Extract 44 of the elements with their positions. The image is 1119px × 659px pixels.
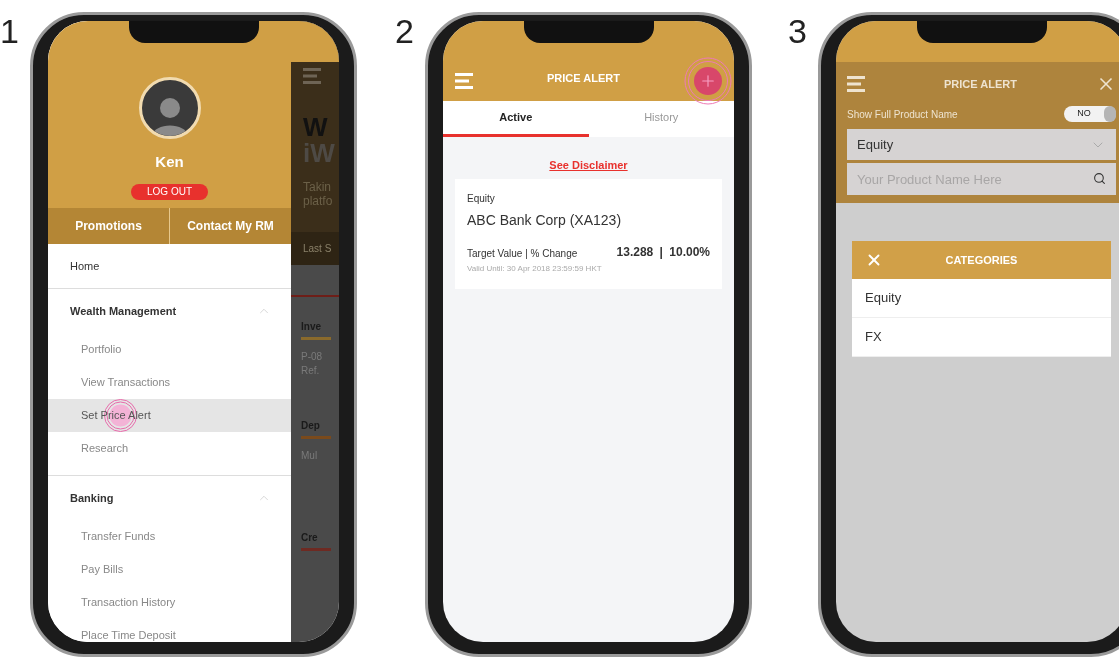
toggle-knob — [1104, 106, 1116, 122]
submenu-item[interactable]: Research — [48, 432, 291, 465]
search-icon[interactable] — [1093, 172, 1106, 185]
screen-title: PRICE ALERT — [547, 70, 620, 86]
alert-card[interactable]: Equity ABC Bank Corp (XA123) Target Value | % Change 13.288 | 10.00% Valid Until: 30 Apr 2018 23:59:59 HKT — [455, 178, 722, 289]
dialog-title: CATEGORIES — [944, 252, 1019, 268]
menu-icon[interactable] — [303, 68, 321, 84]
plus-icon — [699, 72, 717, 90]
category-dropdown[interactable]: Equity — [847, 129, 1116, 161]
category-option[interactable]: Equity — [852, 279, 1111, 318]
submenu-item[interactable]: View Transactions — [48, 366, 291, 399]
quick-link-tab[interactable]: Promotions — [48, 208, 169, 244]
section-title: Banking — [70, 490, 114, 506]
submenu-item[interactable]: Pay Bills — [48, 553, 291, 586]
menu-section-header[interactable]: Wealth Management — [48, 289, 291, 333]
tab[interactable]: History — [588, 101, 734, 137]
alert-category: Equity — [467, 191, 496, 206]
screen-title: PRICE ALERT — [944, 76, 1017, 92]
toggle-text: NO — [1076, 107, 1092, 121]
menu-icon[interactable] — [455, 73, 473, 89]
metric-values: 13.288 | 10.00% — [616, 243, 710, 261]
tab[interactable]: Active — [443, 101, 589, 137]
toggle-switch[interactable]: NO — [1064, 106, 1116, 122]
logout-button[interactable]: LOG OUT — [131, 183, 208, 200]
step-number: 1 — [0, 14, 20, 48]
add-button[interactable] — [694, 67, 722, 95]
submenu-item[interactable]: Portfolio — [48, 333, 291, 366]
toggle-label: Show Full Product Name — [847, 107, 958, 122]
alert-product-name: ABC Bank Corp (XA123) — [467, 210, 623, 230]
menu-icon[interactable] — [847, 76, 865, 92]
menu-section-header[interactable]: Banking — [48, 476, 291, 520]
step-number: 3 — [788, 14, 808, 48]
valid-until-text: Valid Until: 30 Apr 2018 23:59:59 HKT — [467, 262, 603, 275]
user-name: Ken — [155, 152, 184, 172]
disclaimer-link[interactable]: See Disclaimer — [549, 157, 628, 174]
page-bar: Last S — [291, 232, 339, 265]
tap-indicator — [684, 57, 732, 105]
submenu-item[interactable]: Transfer Funds — [48, 520, 291, 553]
section-title: Wealth Management — [70, 303, 177, 319]
step-number: 2 — [395, 14, 415, 48]
submenu-item[interactable]: Transaction History — [48, 586, 291, 619]
category-option[interactable]: FX — [852, 318, 1111, 357]
metric-label: Target Value | % Change — [467, 246, 578, 261]
submenu-item[interactable]: Place Time Deposit — [48, 619, 291, 642]
